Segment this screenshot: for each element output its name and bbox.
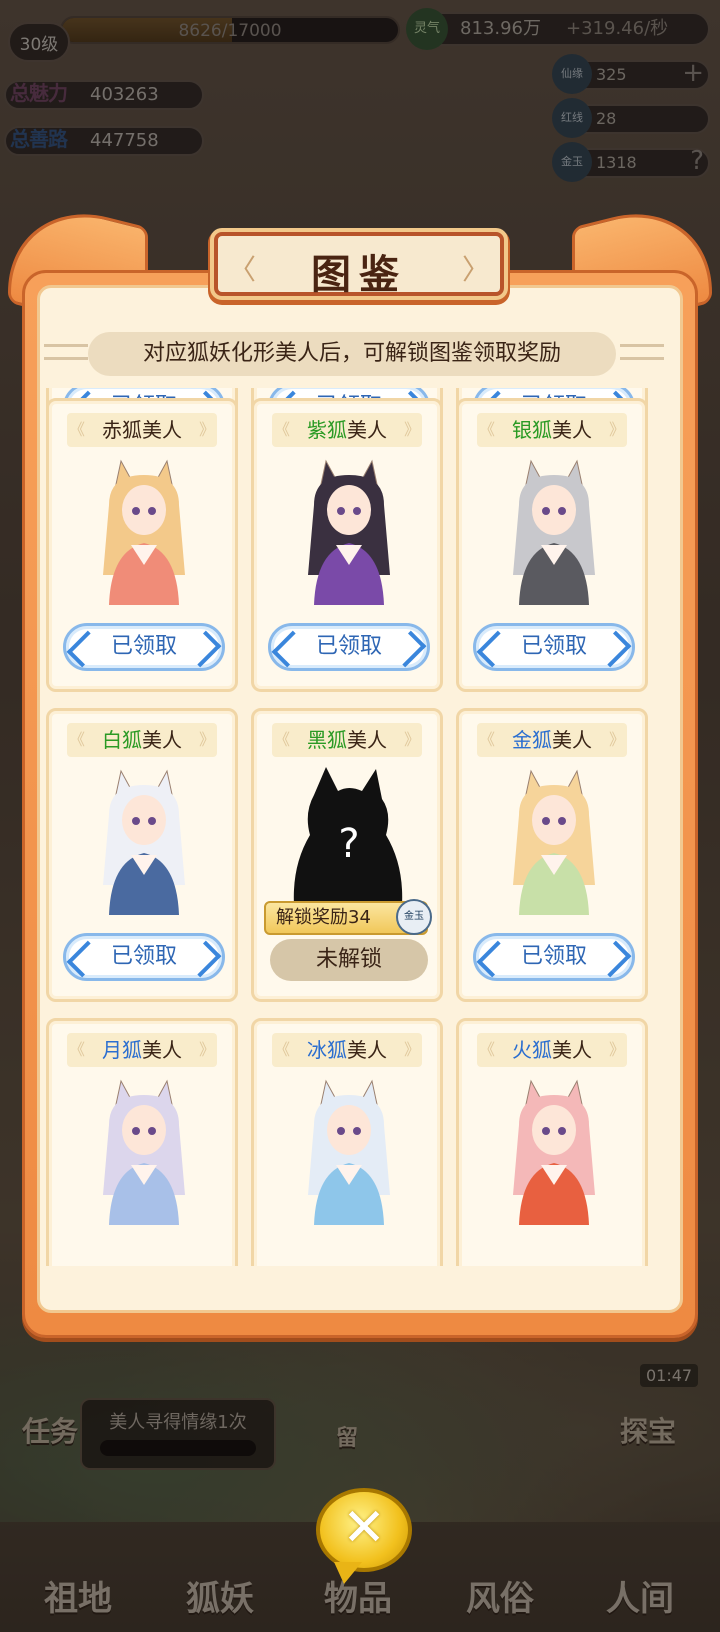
unlock-reward-text: 解锁奖励34 xyxy=(276,907,371,928)
card-name-prefix: 白狐 xyxy=(102,728,142,752)
modal-title: 图鉴 xyxy=(311,251,407,298)
card-name-prefix: 金狐 xyxy=(512,728,552,752)
card-name-suffix: 美人 xyxy=(552,728,592,752)
card-name-suffix: 美人 xyxy=(142,1038,182,1062)
collection-card[interactable]: 火狐美人 xyxy=(456,1018,648,1266)
collection-card[interactable]: 冰狐美人 xyxy=(251,1018,443,1266)
collection-card[interactable]: 银狐美人已领取 xyxy=(456,398,648,692)
fox-beauty-portrait xyxy=(103,459,185,605)
fox-beauty-portrait xyxy=(308,459,390,605)
claimed-button[interactable]: 已领取 xyxy=(63,623,225,671)
card-name-suffix: 美人 xyxy=(347,728,387,752)
claimed-button[interactable]: 已领取 xyxy=(63,933,225,981)
collection-card[interactable]: 赤狐美人已领取 xyxy=(46,398,238,692)
unlock-reward-tag: 解锁奖励34 金玉 xyxy=(264,899,432,935)
fox-beauty-portrait xyxy=(513,459,595,605)
card-name-prefix: 火狐 xyxy=(512,1038,552,1062)
divider-ornament-right xyxy=(620,344,664,360)
card-name-prefix: 紫狐 xyxy=(307,418,347,442)
collection-grid-scroll[interactable]: 已领取 已领取 已领取 赤狐美人已领取紫狐美人已领取银狐美人已领取白狐美人已领取… xyxy=(34,388,686,1266)
card-name-prefix: 冰狐 xyxy=(307,1038,347,1062)
divider-ornament-left xyxy=(44,344,88,360)
close-icon: ✕ xyxy=(342,1498,386,1558)
card-name-suffix: 美人 xyxy=(552,1038,592,1062)
collection-card[interactable]: 紫狐美人已领取 xyxy=(251,398,443,692)
card-name: 白狐美人 xyxy=(67,723,217,757)
claimed-button[interactable]: 已领取 xyxy=(473,933,635,981)
fox-beauty-portrait xyxy=(103,769,185,915)
card-name-suffix: 美人 xyxy=(347,1038,387,1062)
card-name-prefix: 黑狐 xyxy=(307,728,347,752)
card-name-suffix: 美人 xyxy=(347,418,387,442)
card-name: 黑狐美人 xyxy=(272,723,422,757)
fox-beauty-portrait xyxy=(513,769,595,915)
locked-button[interactable]: 未解锁 xyxy=(270,939,428,981)
card-name: 月狐美人 xyxy=(67,1033,217,1067)
card-name: 冰狐美人 xyxy=(272,1033,422,1067)
fox-beauty-portrait xyxy=(308,1079,390,1225)
collection-card[interactable]: 黑狐美人? 解锁奖励34 金玉未解锁 xyxy=(251,708,443,1002)
fox-beauty-portrait xyxy=(103,1079,185,1225)
card-name-suffix: 美人 xyxy=(552,418,592,442)
card-name-suffix: 美人 xyxy=(142,418,182,442)
card-name: 紫狐美人 xyxy=(272,413,422,447)
card-name-suffix: 美人 xyxy=(142,728,182,752)
card-name-prefix: 银狐 xyxy=(512,418,552,442)
modal-subtitle: 对应狐妖化形美人后，可解锁图鉴领取奖励 xyxy=(88,332,616,376)
card-name-prefix: 赤狐 xyxy=(102,418,142,442)
card-name-prefix: 月狐 xyxy=(102,1038,142,1062)
collection-modal: 〈 〉 图鉴 对应狐妖化形美人后，可解锁图鉴领取奖励 已领取 已领取 已领取 赤… xyxy=(8,192,712,1584)
title-plate: 〈 〉 图鉴 xyxy=(214,232,504,298)
claimed-button[interactable]: 已领取 xyxy=(268,623,430,671)
collection-card[interactable]: 金狐美人已领取 xyxy=(456,708,648,1002)
card-name: 金狐美人 xyxy=(477,723,627,757)
collection-card[interactable]: 月狐美人 xyxy=(46,1018,238,1266)
close-button[interactable]: ✕ xyxy=(316,1488,412,1584)
fox-beauty-portrait xyxy=(513,1079,595,1225)
svg-text:?: ? xyxy=(338,821,359,867)
jade-coin-icon: 金玉 xyxy=(396,899,432,935)
locked-silhouette-icon: ? xyxy=(293,767,403,905)
card-name: 火狐美人 xyxy=(477,1033,627,1067)
claimed-button[interactable]: 已领取 xyxy=(473,623,635,671)
card-name: 赤狐美人 xyxy=(67,413,217,447)
collection-card[interactable]: 白狐美人已领取 xyxy=(46,708,238,1002)
card-name: 银狐美人 xyxy=(477,413,627,447)
